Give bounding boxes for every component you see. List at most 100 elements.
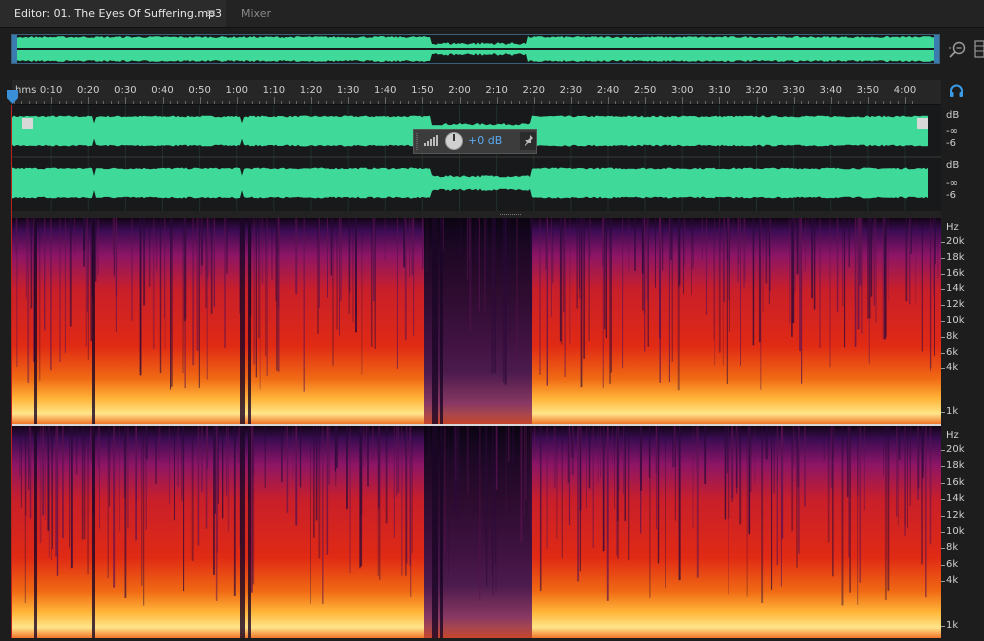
spectral-streak [870,218,873,297]
ruler-tick [21,101,23,104]
ruler-tick [778,101,780,104]
playhead-marker[interactable] [7,90,18,104]
tab-menu-icon[interactable]: ≡ [206,0,220,27]
ruler-tick [259,101,261,104]
spectral-streak [355,218,357,333]
spectral-streak [794,218,796,293]
ruler-tick [281,101,283,104]
spectral-streak [848,218,850,268]
freq-label: 4k [946,362,959,374]
spectral-streak [563,218,565,313]
headphone-icon[interactable] [949,84,964,98]
ruler-tick [288,101,290,104]
ruler-tick-label: 3:50 [856,85,880,96]
ruler-tick-label: 1:40 [374,85,397,96]
hud-grip-icon[interactable] [414,130,420,153]
spectral-streak [934,218,935,356]
time-ruler[interactable]: hms 0:10 0:20 0:30 0:40 0:50 1:00 1:10 1:20 1:30… [12,80,941,105]
panel-icon[interactable] [974,40,984,58]
spectral-streak [589,218,591,258]
spectral-display[interactable] [12,218,941,638]
spectral-streak [776,426,778,566]
spectral-streak [363,426,365,467]
spectral-streak [781,426,783,461]
spectral-streak [422,218,424,269]
ruler-tick [392,101,394,104]
spectral-streak [857,218,860,330]
spectral-streak [396,426,398,497]
spectral-streak [867,218,869,319]
zoom-icon[interactable] [948,39,968,59]
spectral-streak [332,218,334,367]
spectral-streak [935,218,936,265]
spectral-streak [553,426,556,488]
ruler-tick [385,97,387,104]
spectral-streak [516,218,518,366]
spectral-streak [771,426,773,590]
spectral-streak [530,218,532,326]
overview-waveform[interactable] [12,35,939,63]
spectral-streak [863,426,865,511]
spectral-streak [24,426,26,604]
spectral-streak [303,218,305,392]
spectral-streak [561,426,563,559]
spectral-streak [644,218,646,352]
ruler-tick [741,101,743,104]
spectral-streak [602,218,604,388]
ruler-tick-label: 1:30 [336,85,360,96]
tab-editor[interactable]: Editor: 01. The Eyes Of Suffering.mp3 [0,0,226,27]
amp-label-inf-1: -∞ [946,126,958,137]
spectral-streak [109,426,111,507]
overview-right-handle[interactable] [934,35,939,63]
spectral-streak [564,218,566,377]
spectral-streak [457,426,460,519]
volume-knob-icon[interactable] [444,131,464,151]
spectral-streak [15,218,17,254]
spectral-streak [491,218,494,374]
spectral-streak [576,218,578,309]
pin-icon[interactable] [520,132,536,150]
ruler-tick [481,101,483,104]
waveform-channel-right [12,167,928,199]
spectral-streak [933,218,934,295]
spectral-streak [74,218,76,253]
spectral-streak [90,218,92,341]
spectral-streak [143,426,145,606]
spectral-streak [313,426,315,538]
gain-value[interactable]: +0 dB [468,134,502,147]
divider-grip-icon[interactable] [500,213,522,216]
spectral-streak [295,218,298,295]
spectral-streak [731,426,734,499]
spectral-streak [99,426,100,529]
spectral-streak [181,426,183,502]
spectral-streak [494,218,496,374]
tab-mixer[interactable]: Mixer [226,0,286,27]
ruler-tick [853,101,855,104]
freq-tick [941,581,945,583]
spectral-streak [701,218,703,260]
fade-in-handle[interactable] [22,118,33,129]
view-divider[interactable] [12,211,941,218]
spectral-streak [546,426,548,549]
ruler-tick [444,101,446,104]
spectral-streak [152,218,155,349]
spectral-streak [736,426,738,494]
fade-out-handle[interactable] [917,118,928,129]
spectral-streak [339,218,340,336]
ruler-tick [719,97,721,104]
spectral-streak [42,426,45,516]
ruler-tick [28,101,30,104]
freq-label: 20k [946,236,965,247]
spectral-streak [807,218,809,259]
overview-left-handle[interactable] [12,35,17,63]
spectral-streak [868,218,871,319]
spectral-streak [30,218,33,309]
waveform-channels[interactable] [12,105,941,211]
spectral-streak [925,426,927,598]
spectral-streak [798,426,800,554]
ruler-tick [355,101,357,104]
ruler-tick [697,101,699,104]
ruler-tick [548,101,550,104]
ruler-tick [88,97,90,104]
spectral-streak [804,218,806,272]
